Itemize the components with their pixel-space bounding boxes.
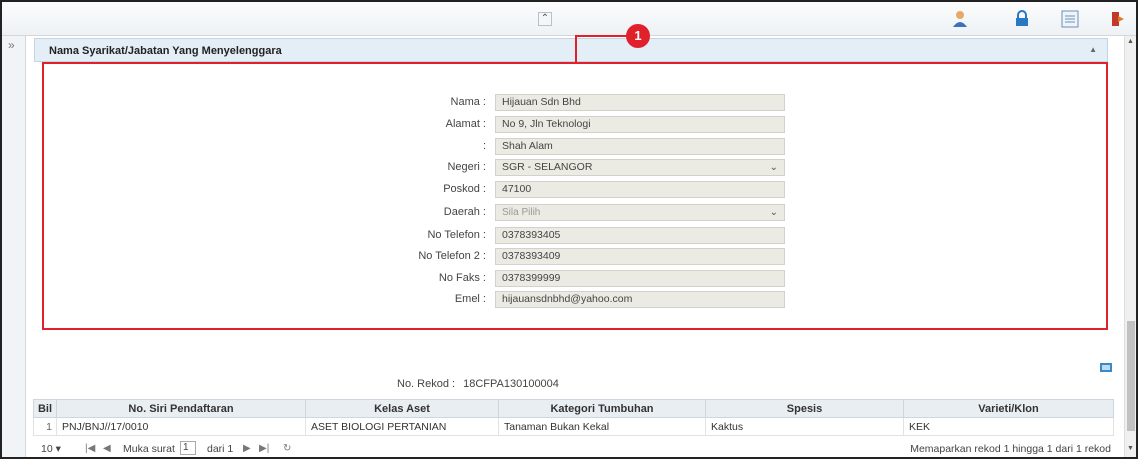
first-page-icon[interactable]: |◀ [85,443,95,454]
faks-field[interactable]: 0378399999 [495,270,785,287]
records-table: Bil No. Siri Pendaftaran Kelas Aset Kate… [33,399,1114,436]
chevron-down-icon[interactable]: ⌄ [770,160,778,175]
form-row-nama: Nama : Hijauan Sdn Bhd [300,94,800,111]
field-label: No Telefon 2 : [418,250,486,262]
field-label: Daerah : [443,206,486,218]
field-label: Negeri : [447,161,486,173]
scroll-up-icon[interactable]: ▲ [1127,38,1134,45]
user-icon[interactable] [950,10,970,28]
last-page-icon[interactable]: ▶| [259,443,269,454]
callout-line [575,35,627,37]
callout-line [575,36,577,63]
next-page-icon[interactable]: ▶ [243,443,251,454]
cell-bil: 1 [33,417,57,436]
field-label: Emel : [454,293,486,305]
form-row-alamat: Alamat : No 9, Jln Teknologi [300,116,800,133]
field-label: No Faks : [438,272,486,284]
record-label: No. Rekod : [397,378,456,390]
collapse-caret-icon[interactable]: ▲ [1089,45,1097,54]
field-label: : [482,140,486,152]
top-toolbar: ⌃ [2,2,1136,36]
form-row-negeri: Negeri : SGR - SELANGOR ⌄ [300,159,800,176]
negeri-value: SGR - SELANGOR [502,161,593,173]
lock-icon[interactable] [1012,10,1032,28]
column-header-kategori[interactable]: Kategori Tumbuhan [498,399,706,418]
left-sidebar-strip: » [2,36,26,457]
cell-varieti: KEK [903,417,1114,436]
column-header-bil[interactable]: Bil [33,399,57,418]
alamat-2-field[interactable]: Shah Alam [495,138,785,155]
panel-title: Nama Syarikat/Jabatan Yang Menyelenggara [49,45,282,57]
daerah-select[interactable]: Sila Pilih ⌄ [495,204,785,221]
telefon-2-field[interactable]: 0378393409 [495,248,785,265]
negeri-select[interactable]: SGR - SELANGOR ⌄ [495,159,785,176]
cell-spesis: Kaktus [705,417,904,436]
page-size-select[interactable]: 10 ▾ [41,443,61,455]
chevron-down-icon[interactable]: ⌄ [770,205,778,220]
table-row[interactable]: 1 PNJ/BNJ//17/0010 ASET BIOLOGI PERTANIA… [33,417,1114,436]
exit-icon[interactable] [1108,10,1128,28]
form-row-poskod: Poskod : 47100 [300,181,800,198]
record-number: No. Rekod : 18CFPA130100004 [397,378,559,390]
daerah-placeholder: Sila Pilih [502,207,541,218]
form-row-daerah: Daerah : Sila Pilih ⌄ [300,204,800,221]
field-label: Alamat : [445,118,486,130]
form-row-telefon-2: No Telefon 2 : 0378393409 [300,248,800,265]
column-header-kelas-aset[interactable]: Kelas Aset [305,399,499,418]
table-header-row: Bil No. Siri Pendaftaran Kelas Aset Kate… [33,399,1114,418]
poskod-field[interactable]: 47100 [495,181,785,198]
column-header-varieti[interactable]: Varieti/Klon [903,399,1114,418]
alamat-field[interactable]: No 9, Jln Teknologi [495,116,785,133]
minimize-button[interactable] [1100,363,1112,372]
double-chevron-up-icon[interactable]: ⌃ [538,12,552,26]
callout-marker: 1 [626,24,650,48]
vertical-scrollbar[interactable]: ▲ ▼ [1124,36,1136,457]
form-row-faks: No Faks : 0378399999 [300,270,800,287]
pagination-bar: 10 ▾ |◀ ◀ Muka surat 1 dari 1 ▶ ▶| ↻ Mem… [33,440,1123,458]
record-count-info: Memaparkan rekod 1 hingga 1 dari 1 rekod [910,443,1111,455]
page-label: Muka surat [123,443,175,455]
prev-page-icon[interactable]: ◀ [103,443,111,454]
form-row-telefon: No Telefon : 0378393405 [300,227,800,244]
field-label: No Telefon : [427,229,486,241]
cell-kategori: Tanaman Bukan Kekal [498,417,706,436]
column-header-spesis[interactable]: Spesis [705,399,904,418]
column-header-no-siri[interactable]: No. Siri Pendaftaran [56,399,306,418]
double-chevron-right-icon[interactable]: » [8,38,15,52]
field-label: Nama : [450,96,486,108]
form-row-alamat-2: : Shah Alam [300,138,800,155]
panel-header[interactable]: Nama Syarikat/Jabatan Yang Menyelenggara… [34,38,1108,62]
field-label: Poskod : [443,183,486,195]
page-total-label: dari 1 [207,443,234,455]
scrollbar-thumb[interactable] [1127,321,1135,431]
page-number-input[interactable]: 1 [180,441,196,455]
refresh-icon[interactable]: ↻ [283,443,291,454]
record-value: 18CFPA130100004 [463,378,559,390]
telefon-field[interactable]: 0378393405 [495,227,785,244]
nama-field[interactable]: Hijauan Sdn Bhd [495,94,785,111]
scroll-down-icon[interactable]: ▼ [1127,445,1134,452]
form-row-emel: Emel : hijauansdnbhd@yahoo.com [300,291,800,308]
cell-no-siri: PNJ/BNJ//17/0010 [56,417,306,436]
list-icon[interactable] [1060,10,1080,28]
emel-field[interactable]: hijauansdnbhd@yahoo.com [495,291,785,308]
cell-kelas-aset: ASET BIOLOGI PERTANIAN [305,417,499,436]
